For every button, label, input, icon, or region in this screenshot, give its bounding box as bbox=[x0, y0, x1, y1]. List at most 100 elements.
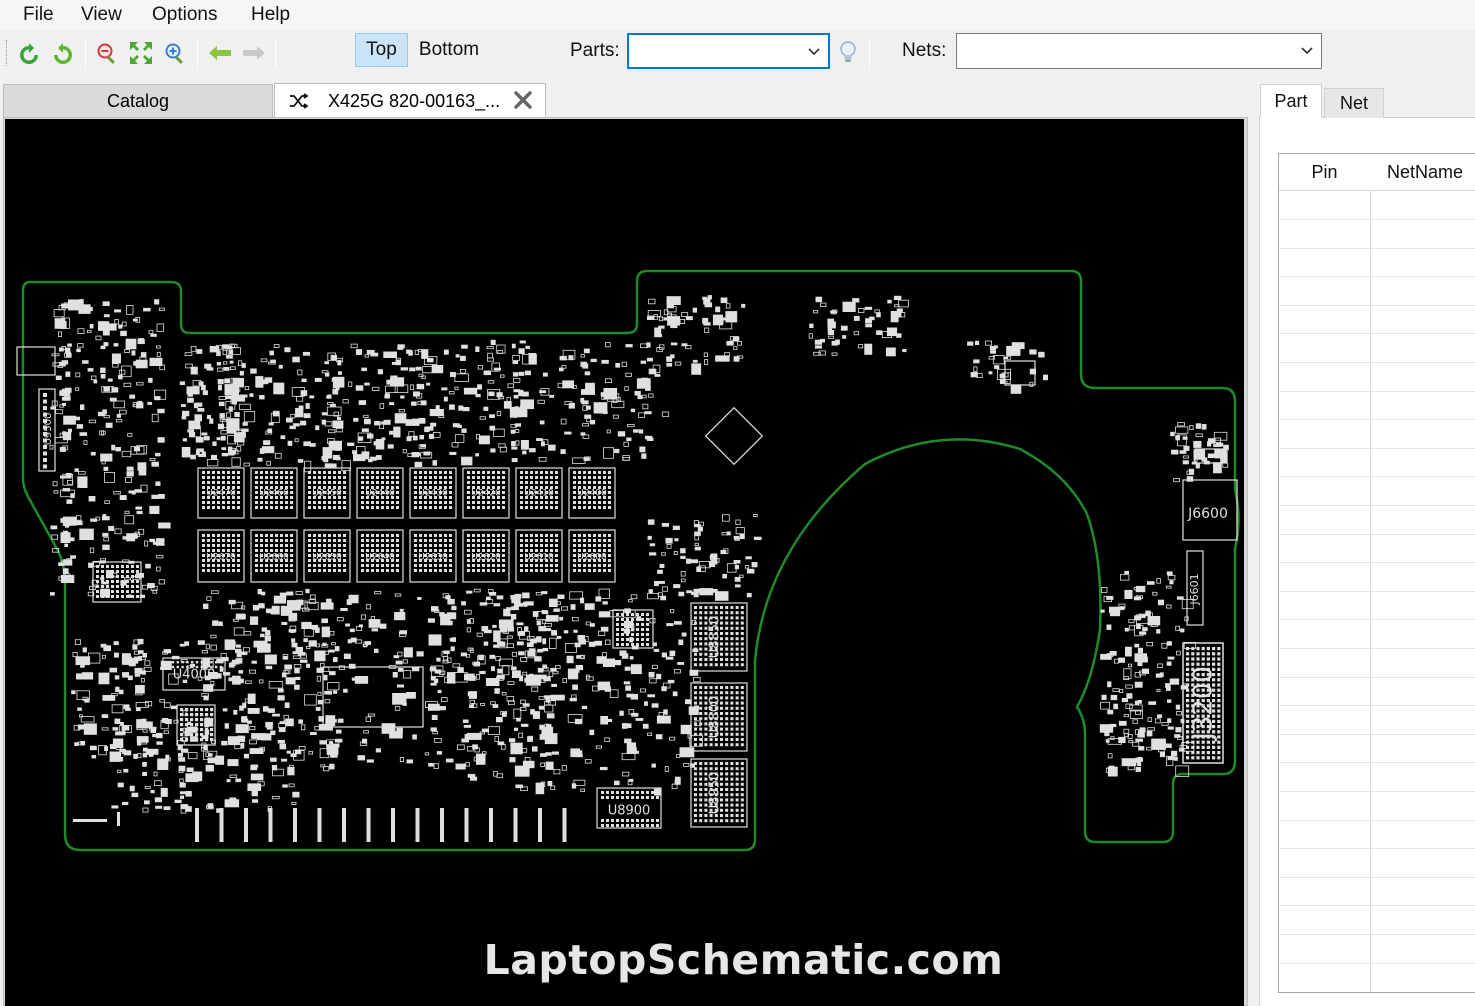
part-label[interactable]: U9500 bbox=[43, 413, 54, 446]
passive-cluster bbox=[49, 299, 171, 599]
back-arrow-icon[interactable] bbox=[206, 39, 234, 67]
table-row[interactable] bbox=[1279, 420, 1475, 449]
menu-bar: File View Options Help bbox=[0, 0, 1475, 30]
layer-top-button[interactable]: Top bbox=[355, 33, 408, 67]
table-row[interactable] bbox=[1279, 534, 1475, 564]
parts-input[interactable] bbox=[633, 39, 803, 65]
table-row[interactable] bbox=[1279, 877, 1475, 907]
table-row[interactable] bbox=[1279, 763, 1475, 792]
table-row[interactable] bbox=[1279, 334, 1475, 363]
part-label[interactable]: U2440 bbox=[365, 489, 395, 499]
table-row[interactable] bbox=[1279, 935, 1475, 964]
table-row[interactable] bbox=[1279, 734, 1475, 764]
table-row[interactable] bbox=[1279, 706, 1475, 735]
menu-options[interactable]: Options bbox=[152, 4, 217, 26]
part-label[interactable]: U2470 bbox=[206, 489, 236, 499]
refresh-icon[interactable] bbox=[49, 39, 77, 67]
lightbulb-icon[interactable] bbox=[836, 39, 860, 65]
menu-view[interactable]: View bbox=[81, 4, 122, 26]
table-row[interactable] bbox=[1279, 677, 1475, 707]
table-row[interactable] bbox=[1279, 191, 1475, 220]
table-row[interactable] bbox=[1279, 248, 1475, 278]
part-label[interactable]: U8850 bbox=[708, 616, 723, 659]
part-label[interactable]: U4000 bbox=[173, 668, 216, 683]
column-header-netname[interactable]: NetName bbox=[1371, 154, 1475, 191]
part-label[interactable]: U8950 bbox=[708, 772, 723, 815]
table-row[interactable] bbox=[1279, 477, 1475, 506]
table-row[interactable] bbox=[1279, 563, 1475, 592]
part-label[interactable]: U2620 bbox=[471, 553, 501, 563]
part-label[interactable]: U2670 bbox=[206, 553, 236, 563]
table-row[interactable] bbox=[1279, 849, 1475, 878]
part-label[interactable]: U2460 bbox=[259, 489, 289, 499]
close-icon[interactable] bbox=[512, 89, 534, 111]
tab-part[interactable]: Part bbox=[1260, 84, 1322, 118]
menu-file[interactable]: File bbox=[23, 4, 54, 26]
table-row[interactable] bbox=[1279, 220, 1475, 249]
chevron-down-icon[interactable] bbox=[1299, 42, 1315, 58]
table-row[interactable] bbox=[1279, 363, 1475, 392]
column-header-pin[interactable]: Pin bbox=[1279, 154, 1370, 191]
table-row[interactable] bbox=[1279, 792, 1475, 821]
table-row[interactable] bbox=[1279, 305, 1475, 335]
part-label[interactable]: U8800 bbox=[708, 696, 723, 739]
part-label[interactable]: U2630 bbox=[418, 553, 448, 563]
part-label[interactable]: J6601 bbox=[1188, 573, 1201, 605]
tab-board-file[interactable]: X425G 820-00163_... bbox=[274, 83, 546, 118]
chevron-down-icon[interactable] bbox=[806, 43, 822, 59]
part-label[interactable]: U2450 bbox=[312, 489, 342, 499]
part-label[interactable]: U2660 bbox=[259, 553, 289, 563]
part-label[interactable]: U2410 bbox=[524, 489, 554, 499]
table-row[interactable] bbox=[1279, 391, 1475, 421]
passive-cluster bbox=[475, 339, 670, 464]
toolbar-grip[interactable] bbox=[6, 40, 9, 66]
edge-contacts bbox=[73, 808, 567, 842]
pcb-board-view[interactable]: U9500 U2470 U2670 U2460 U2660 U2450 U2650 U2440… bbox=[5, 119, 1244, 1006]
rotated-chip[interactable] bbox=[704, 406, 764, 466]
boardview-app: File View Options Help Top Bottom Parts:… bbox=[0, 0, 1475, 1006]
pad-array bbox=[601, 791, 659, 799]
part-label[interactable]: U2640 bbox=[365, 553, 395, 563]
table-row[interactable] bbox=[1279, 448, 1475, 478]
layer-bottom-button[interactable]: Bottom bbox=[411, 33, 487, 67]
toolbar-separator bbox=[869, 38, 870, 68]
board-canvas[interactable]: U9500 U2470 U2670 U2460 U2660 U2450 U2650 U2440… bbox=[5, 119, 1244, 1006]
part-label[interactable]: U2610 bbox=[524, 553, 554, 563]
nets-combobox[interactable] bbox=[956, 33, 1322, 69]
part-label[interactable]: U8900 bbox=[608, 804, 651, 819]
pin-table-header: Pin NetName bbox=[1279, 154, 1475, 191]
shuffle-icon bbox=[289, 92, 309, 110]
table-row[interactable] bbox=[1279, 506, 1475, 535]
toolbar-separator bbox=[85, 38, 86, 68]
forward-arrow-icon[interactable] bbox=[240, 39, 268, 67]
table-row[interactable] bbox=[1279, 820, 1475, 850]
nets-input[interactable] bbox=[961, 38, 1291, 64]
zoom-out-icon[interactable] bbox=[93, 39, 121, 67]
part-label[interactable]: U2400 bbox=[577, 489, 607, 499]
part-label[interactable]: U2650 bbox=[312, 553, 342, 563]
tab-net[interactable]: Net bbox=[1324, 88, 1384, 118]
part-label[interactable]: U2600 bbox=[577, 553, 607, 563]
pin-table[interactable]: Pin NetName bbox=[1278, 153, 1475, 993]
part-label[interactable]: U2420 bbox=[471, 489, 501, 499]
passive-cluster bbox=[1099, 570, 1196, 777]
part-label[interactable]: J3200 bbox=[1189, 666, 1219, 742]
table-row[interactable] bbox=[1279, 620, 1475, 649]
zoom-in-icon[interactable] bbox=[161, 39, 189, 67]
part-label[interactable]: J6600 bbox=[1187, 506, 1228, 522]
fit-to-window-icon[interactable] bbox=[127, 39, 155, 67]
parts-combobox[interactable] bbox=[627, 33, 830, 69]
reload-icon[interactable] bbox=[15, 39, 43, 67]
table-row[interactable] bbox=[1279, 649, 1475, 678]
tab-board-label: X425G 820-00163_... bbox=[328, 90, 501, 111]
tab-catalog[interactable]: Catalog bbox=[3, 84, 273, 118]
menu-help[interactable]: Help bbox=[251, 4, 290, 26]
watermark-text: LaptopSchematic.com bbox=[483, 936, 1004, 984]
board-components bbox=[16, 295, 1238, 842]
part-label[interactable]: U2430 bbox=[418, 489, 448, 499]
table-row[interactable] bbox=[1279, 277, 1475, 306]
pad-array bbox=[601, 819, 659, 827]
table-row[interactable] bbox=[1279, 591, 1475, 621]
table-row[interactable] bbox=[1279, 906, 1475, 935]
passive-cluster bbox=[808, 295, 909, 357]
